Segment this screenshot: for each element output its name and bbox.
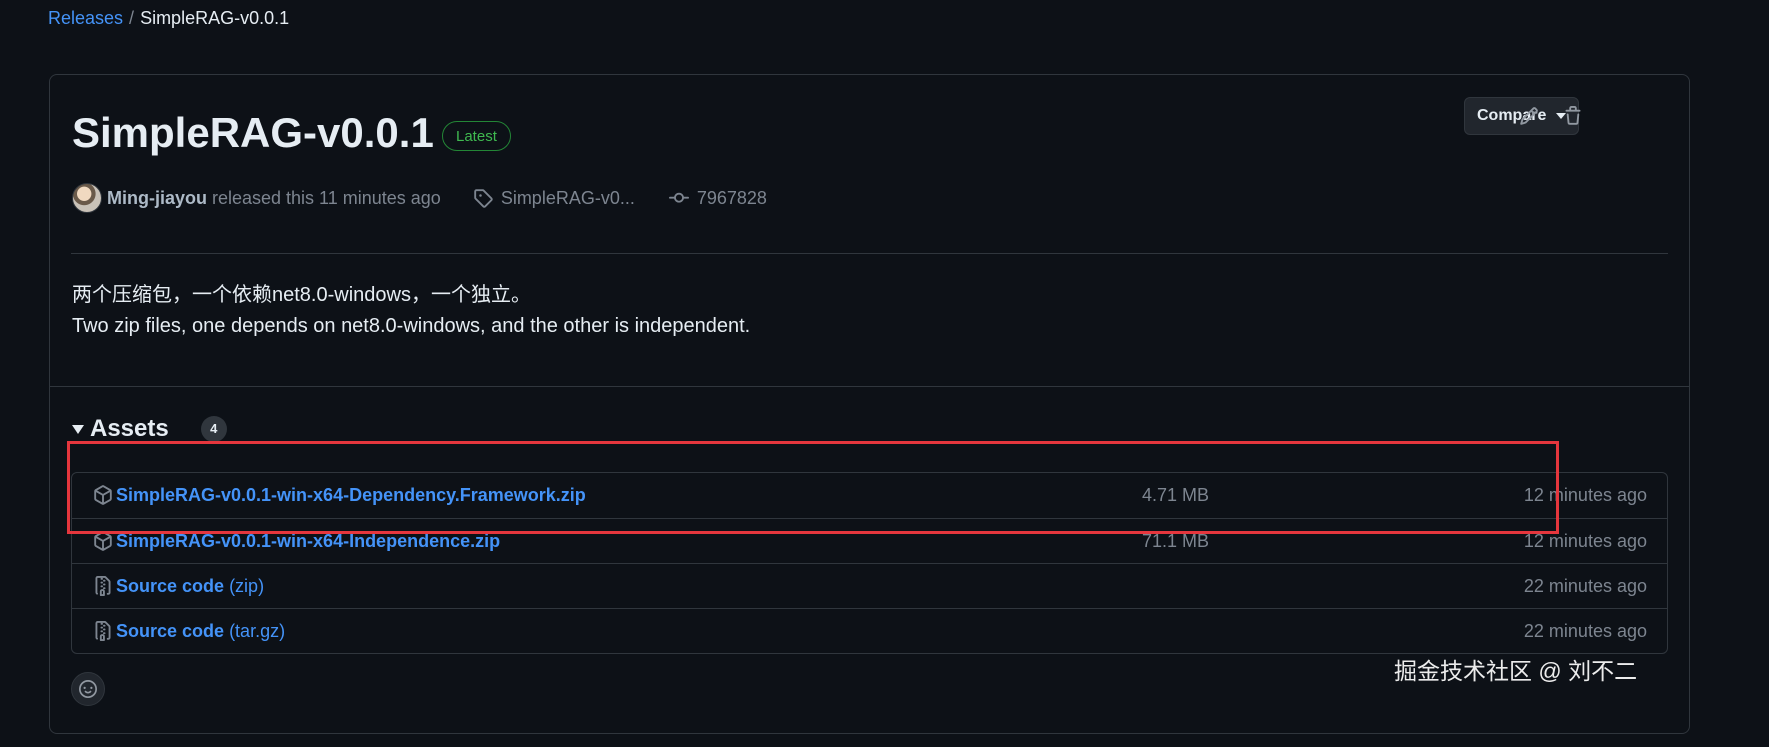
package-icon (93, 485, 113, 510)
release-notes-line-zh: 两个压缩包，一个依赖net8.0-windows，一个独立。 (72, 284, 531, 306)
breadcrumb-current: SimpleRAG-v0.0.1 (140, 8, 290, 28)
tag-link[interactable]: SimpleRAG-v0... (501, 188, 635, 209)
divider (71, 253, 1668, 254)
breadcrumb-releases-link[interactable]: Releases (48, 8, 123, 28)
asset-row: SimpleRAG-v0.0.1-win-x64-Independence.zi… (72, 518, 1667, 563)
git-commit-icon (668, 188, 689, 208)
assets-toggle[interactable]: Assets 4 (72, 415, 227, 443)
smiley-icon (79, 680, 97, 698)
source-code-targz-link[interactable]: Source code (tar.gz) (116, 621, 285, 642)
asset-time: 12 minutes ago (1523, 530, 1647, 551)
triangle-down-icon (72, 424, 84, 434)
release-notes: 两个压缩包，一个依赖net8.0-windows，一个独立。 Two zip f… (72, 280, 750, 342)
author-link[interactable]: Ming-jiayou (107, 188, 207, 209)
asset-link[interactable]: SimpleRAG-v0.0.1-win-x64-Dependency.Fram… (116, 485, 586, 506)
avatar[interactable] (72, 183, 102, 213)
trash-icon (1565, 106, 1581, 125)
file-zip-icon (93, 621, 113, 646)
asset-size: 71.1 MB (1142, 530, 1210, 551)
asset-link[interactable]: SimpleRAG-v0.0.1-win-x64-Independence.zi… (116, 531, 500, 552)
release-meta: Ming-jiayou released this 11 minutes ago… (72, 183, 767, 213)
source-code-zip-link[interactable]: Source code (zip) (116, 576, 264, 597)
file-zip-icon (93, 576, 113, 601)
pencil-icon (1520, 107, 1538, 125)
latest-badge: Latest (442, 121, 511, 151)
asset-time: 12 minutes ago (1523, 485, 1647, 505)
asset-list: SimpleRAG-v0.0.1-win-x64-Dependency.Fram… (71, 472, 1668, 654)
delete-button[interactable] (1558, 101, 1588, 131)
release-card: SimpleRAG-v0.0.1 Latest Compare Ming-jia… (49, 74, 1690, 734)
release-notes-line-en: Two zip files, one depends on net8.0-win… (72, 315, 751, 337)
released-text: released this 11 minutes ago (212, 187, 441, 208)
release-title: SimpleRAG-v0.0.1 (72, 109, 434, 156)
assets-heading: Assets (90, 415, 169, 442)
breadcrumb-separator: / (129, 8, 135, 28)
asset-row: SimpleRAG-v0.0.1-win-x64-Dependency.Fram… (72, 473, 1667, 518)
asset-row: Source code (zip) 22 minutes ago (72, 563, 1667, 608)
divider (50, 386, 1689, 387)
watermark: 掘金技术社区 @ 刘不二 (1394, 658, 1638, 684)
edit-button[interactable] (1514, 101, 1544, 131)
breadcrumb: Releases / SimpleRAG-v0.0.1 (48, 6, 289, 30)
package-icon (93, 531, 113, 556)
tag-icon (473, 188, 493, 208)
asset-row: Source code (tar.gz) 22 minutes ago (72, 608, 1667, 653)
asset-time: 22 minutes ago (1523, 620, 1647, 641)
add-reaction-button[interactable] (71, 672, 105, 706)
commit-link[interactable]: 7967828 (697, 188, 767, 209)
assets-count-badge: 4 (200, 416, 227, 442)
asset-size: 4.71 MB (1142, 485, 1210, 505)
asset-time: 22 minutes ago (1523, 575, 1647, 596)
